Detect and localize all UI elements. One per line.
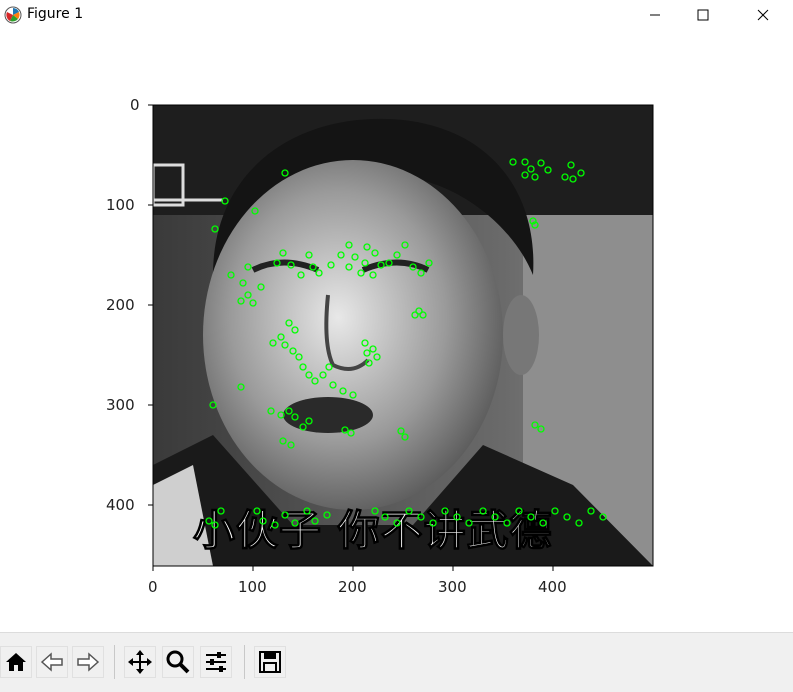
- x-tick-label: 200: [338, 578, 367, 596]
- toolbar-separator: [244, 645, 245, 679]
- forward-button[interactable]: [72, 646, 104, 678]
- y-tick-label: 200: [106, 296, 135, 314]
- axes-frame: [148, 104, 654, 571]
- navigation-toolbar: [0, 632, 793, 692]
- save-icon: [259, 651, 281, 673]
- save-button[interactable]: [254, 646, 286, 678]
- y-tick-label: 0: [130, 96, 140, 114]
- y-tick-label: 300: [106, 396, 135, 414]
- zoom-button[interactable]: [162, 646, 194, 678]
- y-tick-label: 400: [106, 496, 135, 514]
- configure-subplots-button[interactable]: [200, 646, 232, 678]
- home-icon: [6, 653, 26, 671]
- pan-icon: [128, 650, 152, 674]
- pan-button[interactable]: [124, 646, 156, 678]
- x-tick-label: 400: [538, 578, 567, 596]
- x-tick-label: 100: [238, 578, 267, 596]
- configure-subplots-icon: [206, 652, 226, 672]
- back-button[interactable]: [36, 646, 68, 678]
- y-tick-label: 100: [106, 196, 135, 214]
- home-button[interactable]: [0, 646, 32, 678]
- back-icon: [40, 652, 63, 672]
- forward-icon: [77, 652, 100, 672]
- toolbar-separator: [114, 645, 115, 679]
- x-tick-label: 300: [438, 578, 467, 596]
- zoom-icon: [166, 650, 190, 674]
- x-tick-label: 0: [148, 578, 158, 596]
